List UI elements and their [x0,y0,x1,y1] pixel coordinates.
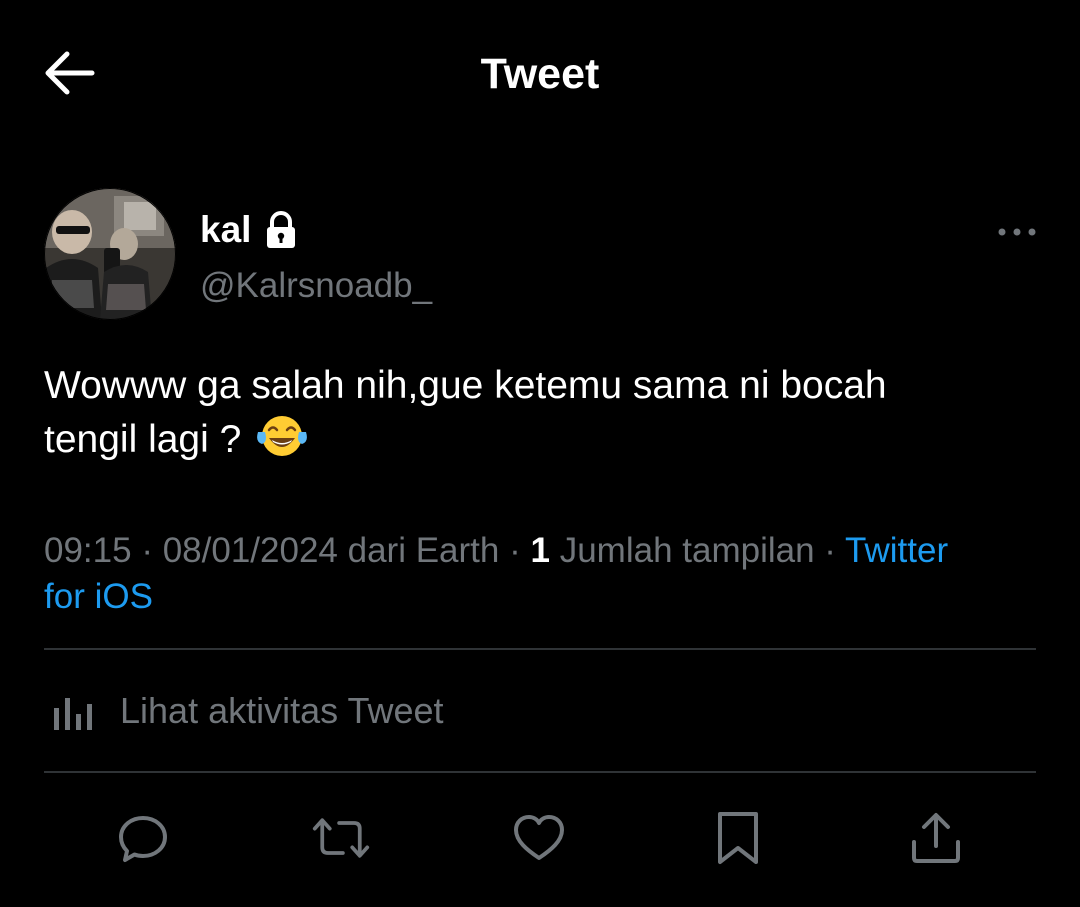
tweet-source-link-continued[interactable]: for iOS [44,577,153,616]
heart-icon [514,815,564,860]
tweet-date: 08/01/2024 [162,531,338,570]
tweet-action-bar [0,790,1080,890]
tweet-meta-line-1: 09:15 · 08/01/2024 dari Earth · 1 Jumlah… [44,528,1044,574]
retweet-button[interactable] [311,808,371,868]
tweet-meta: 09:15 · 08/01/2024 dari Earth · 1 Jumlah… [44,528,1044,620]
tweet-text: Wowww ga salah nih,gue ketemu sama ni bo… [44,360,1034,466]
more-options-button[interactable] [996,222,1038,242]
reply-button[interactable] [113,808,173,868]
top-bar: Tweet [0,0,1080,150]
meta-separator: · [824,531,836,570]
retweet-icon [312,818,370,858]
tweet-text-line-2: tengil lagi ? [44,412,1034,466]
avatar[interactable] [44,188,176,320]
divider [44,771,1036,773]
view-tweet-activity-button[interactable]: Lihat aktivitas Tweet [44,650,1036,772]
bookmark-button[interactable] [708,808,768,868]
bookmark-icon [718,812,758,864]
page-title: Tweet [480,50,600,98]
tweet-time: 09:15 [44,531,132,570]
tweet-text-line-2-content: tengil lagi ? [44,418,242,461]
tweet-meta-line-2: for iOS [44,574,1044,620]
bar-chart-icon [54,698,92,730]
share-icon [912,813,960,863]
tweet-text-line-1: Wowww ga salah nih,gue ketemu sama ni bo… [44,364,887,407]
profile-photo [44,188,176,320]
author-display-name[interactable]: kal [200,209,251,251]
more-horizontal-icon [998,228,1036,236]
meta-separator: · [141,531,153,570]
author-handle[interactable]: @Kalrsnoadb_ [200,266,432,306]
tweet-source-link[interactable]: Twitter [845,531,948,570]
tweet-location: dari Earth [347,531,500,570]
views-label: Jumlah tampilan [559,531,815,570]
lock-icon [267,211,296,248]
tears-of-joy-emoji-icon [257,416,308,456]
like-button[interactable] [509,808,569,868]
view-tweet-activity-label: Lihat aktivitas Tweet [120,690,444,731]
author-name-row[interactable]: kal [200,208,297,252]
reply-icon [119,816,167,862]
meta-separator: · [509,531,521,570]
share-button[interactable] [906,808,966,868]
views-count: 1 [530,531,550,570]
